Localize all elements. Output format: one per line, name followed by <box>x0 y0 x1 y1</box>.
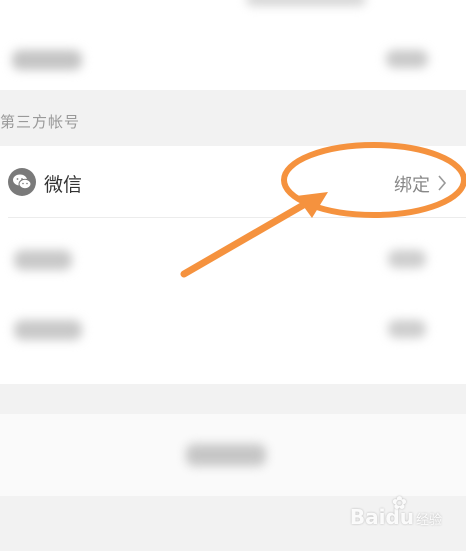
blurred-text <box>186 444 266 466</box>
blurred-text <box>12 50 82 70</box>
row-divider <box>8 217 466 218</box>
blurred-text <box>388 250 426 268</box>
chevron-right-icon <box>438 175 447 191</box>
wechat-icon <box>8 168 36 196</box>
bottom-button-blurred[interactable] <box>0 414 466 496</box>
top-card-blurred <box>0 0 466 90</box>
baidu-watermark: ✿ Baidu 经验 <box>349 493 442 529</box>
third-party-account-list: 微信 绑定 <box>0 146 466 384</box>
blurred-text <box>14 320 82 340</box>
blurred-text <box>14 250 72 270</box>
paw-icon: ✿ <box>391 493 407 514</box>
wechat-bind-row[interactable]: 微信 绑定 <box>0 146 466 218</box>
list-item-blurred[interactable] <box>0 298 466 358</box>
section-title: 第三方帐号 <box>0 113 81 131</box>
wechat-label: 微信 <box>44 174 83 196</box>
blurred-text <box>246 0 366 6</box>
list-item-blurred[interactable] <box>0 228 466 288</box>
blurred-text <box>388 320 426 338</box>
blurred-text <box>386 50 428 68</box>
bind-label[interactable]: 绑定 <box>394 171 430 197</box>
